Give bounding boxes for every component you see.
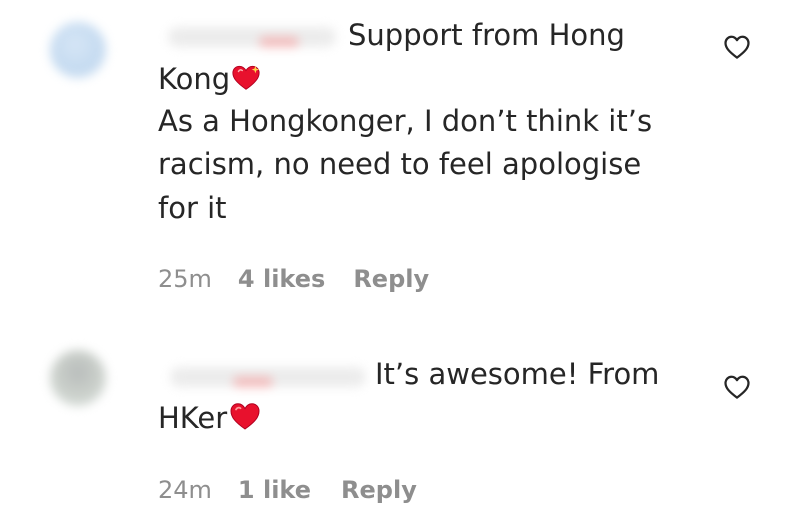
comment-1: Support from Hong Kong As a Hongkonger, … [0, 0, 800, 300]
comment-text-line-2: Kong [158, 57, 261, 101]
comment-text-line-1: It’s awesome! From [375, 357, 660, 391]
reply-button[interactable]: Reply [341, 475, 417, 505]
heart-outline-icon[interactable] [722, 32, 752, 62]
sparkling-heart-emoji-icon [232, 65, 260, 90]
likes-count[interactable]: 1 like [238, 475, 311, 505]
avatar[interactable] [50, 22, 106, 78]
username-blurred[interactable] [170, 367, 366, 387]
comment-timestamp: 24m [158, 476, 212, 504]
comment-meta: 25m 4 likes Reply [158, 264, 429, 294]
comment-meta: 24m 1 like Reply [158, 475, 417, 505]
comment-text-line-3: As a Hongkonger, I don’t think it’s [158, 104, 653, 138]
heart-outline-icon[interactable] [722, 372, 752, 402]
avatar[interactable] [50, 350, 106, 406]
comment-text-line-5: for it [158, 191, 227, 225]
likes-count[interactable]: 4 likes [238, 264, 325, 294]
comment-timestamp: 25m [158, 265, 212, 293]
reply-button[interactable]: Reply [353, 264, 429, 294]
username-blurred[interactable] [168, 27, 336, 47]
red-heart-emoji-icon [230, 403, 260, 430]
comment-text-line-2: HKer [158, 396, 262, 440]
comment-text-fragment: HKer [158, 401, 228, 435]
comment-text-line-4: racism, no need to feel apologise [158, 147, 642, 181]
comment-2: It’s awesome! From HKer 24m 1 like Reply [0, 330, 800, 517]
comment-text-line-1: Support from Hong [348, 18, 625, 52]
comment-text-fragment: Kong [158, 62, 231, 96]
